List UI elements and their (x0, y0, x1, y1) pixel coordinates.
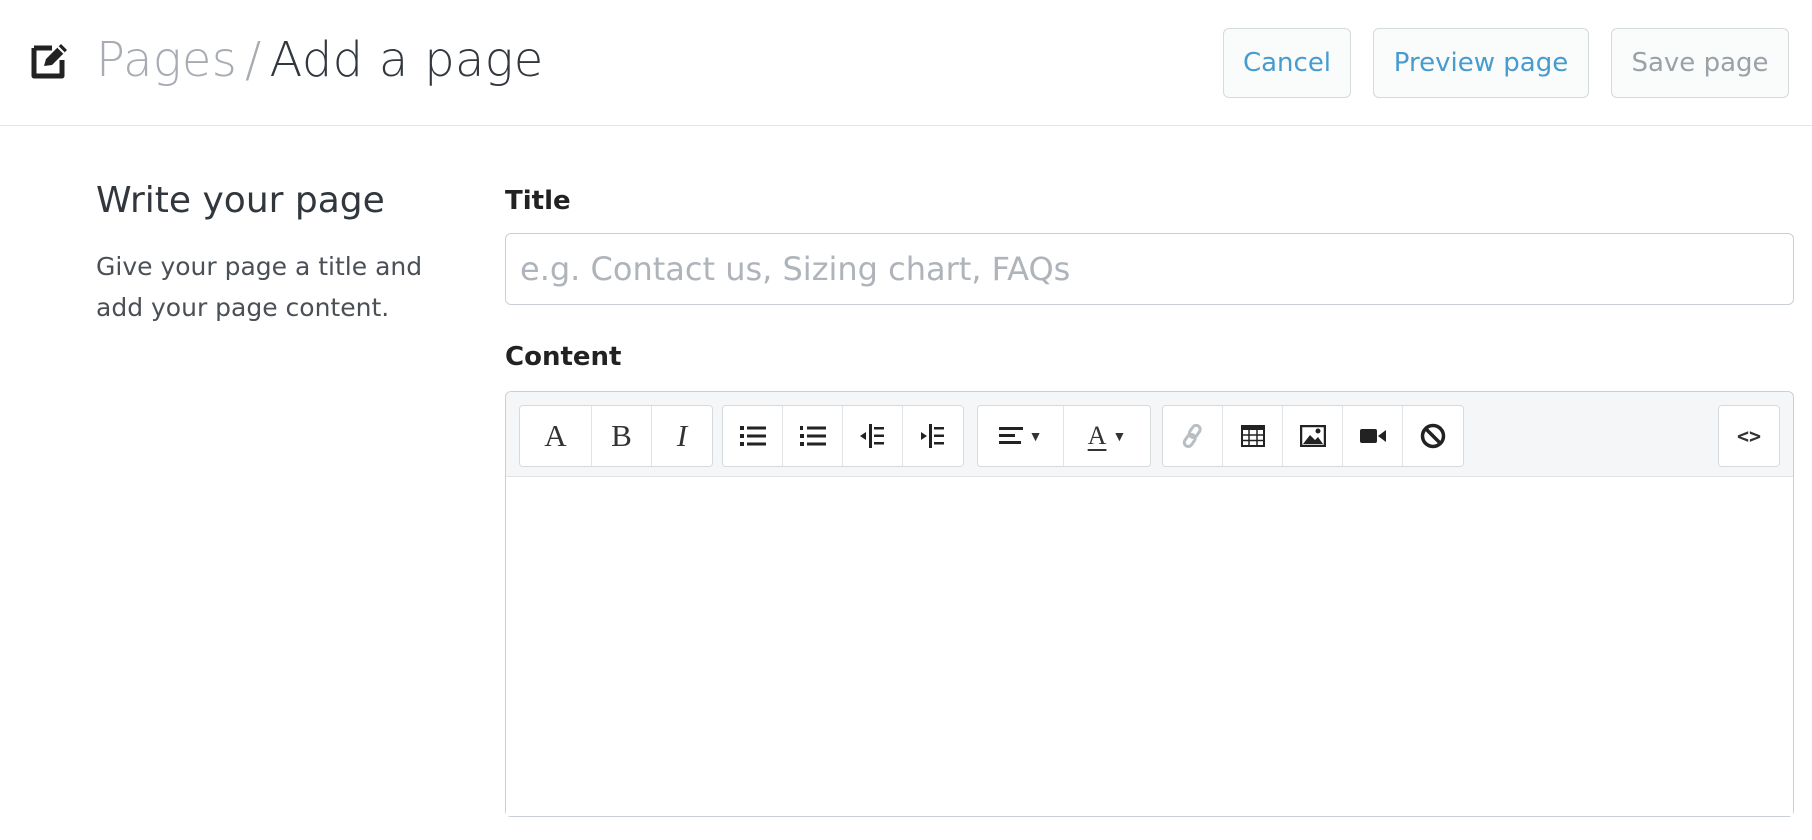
font-button[interactable]: A (520, 406, 592, 466)
numbered-list-button[interactable] (783, 406, 843, 466)
alignment-color-group: ▼ A ▼ (977, 405, 1151, 467)
list-group (722, 405, 964, 467)
chevron-down-icon: ▼ (1112, 428, 1127, 444)
editor-toolbar: A B I ▼ A ▼ <> (506, 392, 1793, 477)
html-group: <> (1718, 405, 1780, 467)
title-input[interactable] (505, 233, 1794, 305)
italic-icon: I (676, 418, 688, 453)
breadcrumb-pages-link[interactable]: Pages (96, 32, 237, 88)
text-color-dropdown-button[interactable]: A ▼ (1064, 406, 1150, 466)
bold-icon: B (611, 418, 632, 453)
breadcrumb-separator: / (245, 32, 262, 88)
clear-formatting-icon (1420, 423, 1446, 449)
clear-formatting-button[interactable] (1403, 406, 1463, 466)
align-dropdown-button[interactable]: ▼ (978, 406, 1064, 466)
html-code-icon: <> (1736, 424, 1762, 448)
chevron-down-icon: ▼ (1028, 428, 1043, 444)
preview-page-button[interactable]: Preview page (1373, 28, 1589, 98)
image-icon (1299, 425, 1326, 447)
save-page-button[interactable]: Save page (1611, 28, 1789, 98)
image-button[interactable] (1283, 406, 1343, 466)
text-style-group: A B I (519, 405, 713, 467)
table-icon (1240, 425, 1265, 447)
indent-icon (920, 424, 946, 448)
page-title: Add a page (269, 32, 544, 88)
video-icon (1359, 427, 1386, 445)
bulleted-list-button[interactable] (723, 406, 783, 466)
link-icon (1182, 424, 1204, 448)
link-button[interactable] (1163, 406, 1223, 466)
title-label: Title (505, 186, 571, 216)
outdent-button[interactable] (843, 406, 903, 466)
table-button[interactable] (1223, 406, 1283, 466)
cancel-button[interactable]: Cancel (1223, 28, 1351, 98)
bold-button[interactable]: B (592, 406, 652, 466)
content-editor: A B I ▼ A ▼ <> (505, 391, 1794, 817)
section-title: Write your page (96, 180, 385, 221)
breadcrumb: Pages / Add a page (96, 30, 544, 90)
insert-group (1162, 405, 1464, 467)
italic-button[interactable]: I (652, 406, 712, 466)
content-label: Content (505, 342, 622, 372)
outdent-icon (859, 424, 886, 448)
font-icon: A (544, 418, 567, 453)
edit-page-icon (30, 40, 70, 80)
section-description: Give your page a title and add your page… (96, 252, 423, 322)
align-icon (998, 426, 1023, 446)
video-button[interactable] (1343, 406, 1403, 466)
text-color-icon: A (1087, 421, 1107, 450)
content-edit-area[interactable] (506, 478, 1793, 816)
numbered-list-icon (799, 425, 826, 447)
indent-button[interactable] (903, 406, 963, 466)
page-header: Pages / Add a page Cancel Preview page Sav… (0, 0, 1812, 126)
html-code-button[interactable]: <> (1719, 406, 1779, 466)
bulleted-list-icon (739, 425, 766, 447)
